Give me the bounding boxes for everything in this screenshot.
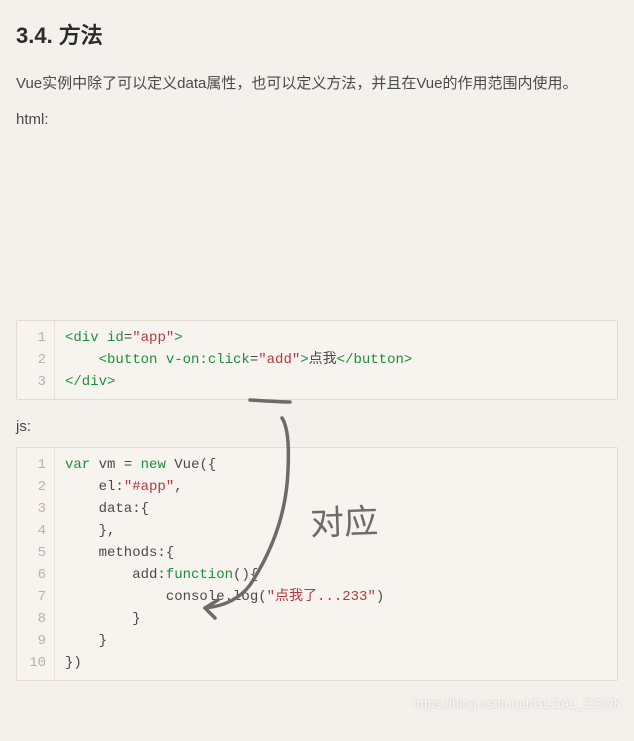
tok: Vue({	[166, 457, 216, 473]
tok: }	[65, 611, 141, 627]
tok: function	[166, 567, 233, 583]
tok: }	[65, 633, 107, 649]
tok: "add"	[258, 352, 300, 368]
tok: (){	[233, 567, 258, 583]
label-js: js:	[16, 418, 618, 435]
line-number: 10	[17, 652, 54, 674]
tok: id	[99, 330, 124, 346]
watermark: https://blog.csdn.net/GLOAL_COOK	[413, 696, 622, 711]
line-number: 1	[17, 454, 54, 476]
tok: })	[65, 655, 82, 671]
tok: add:	[65, 567, 166, 583]
tok: </div>	[65, 374, 115, 390]
tok: console.log(	[65, 589, 267, 605]
tok: 点我	[309, 352, 337, 368]
tok: "#app"	[124, 479, 174, 495]
tok: var	[65, 457, 90, 473]
code-content: var vm = new Vue({ el:"#app", data:{ }, …	[55, 448, 394, 680]
tok: <button	[99, 352, 158, 368]
label-html: html:	[16, 111, 618, 128]
tok: el:	[65, 479, 124, 495]
annotation-text: 对应	[309, 494, 379, 545]
line-number: 7	[17, 586, 54, 608]
tok: ,	[174, 479, 182, 495]
section-paragraph: Vue实例中除了可以定义data属性，也可以定义方法，并且在Vue的作用范围内使…	[16, 70, 618, 97]
tok: </button>	[337, 352, 413, 368]
tok: )	[376, 589, 384, 605]
tok: =	[250, 352, 258, 368]
tok: =	[124, 330, 132, 346]
line-number: 4	[17, 520, 54, 542]
tok: new	[141, 457, 166, 473]
tok: data:{	[65, 501, 149, 517]
line-number: 9	[17, 630, 54, 652]
tok: <div	[65, 330, 99, 346]
tok: >	[174, 330, 182, 346]
tok	[65, 352, 99, 368]
section-heading: 3.4. 方法	[16, 18, 618, 50]
tok: vm	[90, 457, 124, 473]
tok: >	[300, 352, 308, 368]
line-number: 1	[17, 327, 54, 349]
line-number: 2	[17, 349, 54, 371]
ad-placeholder	[16, 140, 618, 320]
line-number: 8	[17, 608, 54, 630]
code-block-js: 1 2 3 4 5 6 7 8 9 10 var vm = new Vue({ …	[16, 447, 618, 681]
tok: "点我了...233"	[267, 589, 376, 605]
line-gutter: 1 2 3 4 5 6 7 8 9 10	[17, 448, 55, 680]
line-number: 5	[17, 542, 54, 564]
line-number: 6	[17, 564, 54, 586]
tok: },	[65, 523, 115, 539]
line-number: 3	[17, 498, 54, 520]
line-number: 3	[17, 371, 54, 393]
line-number: 2	[17, 476, 54, 498]
code-block-html: 1 2 3 <div id="app"> <button v-on:click=…	[16, 320, 618, 400]
tok: v-on:click	[157, 352, 249, 368]
tok: methods:{	[65, 545, 174, 561]
tok: =	[124, 457, 141, 473]
tok: "app"	[132, 330, 174, 346]
line-gutter: 1 2 3	[17, 321, 55, 399]
code-content: <div id="app"> <button v-on:click="add">…	[55, 321, 422, 399]
